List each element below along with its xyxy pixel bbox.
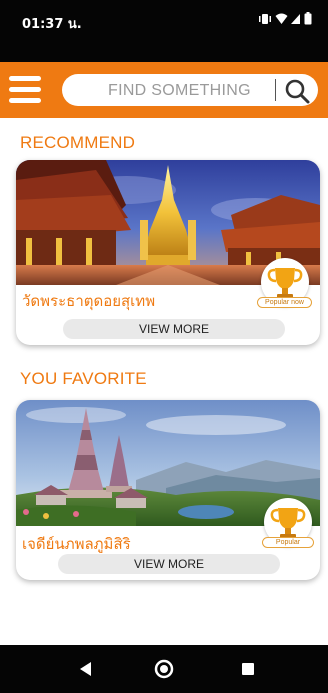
- navigation-bar: [0, 645, 328, 693]
- status-time: 01:37 น.: [22, 17, 82, 32]
- battery-icon: [304, 12, 312, 25]
- search-divider: [275, 79, 276, 101]
- popular-label: Popular: [262, 537, 314, 548]
- view-more-button[interactable]: VIEW MORE: [58, 554, 280, 574]
- wifi-icon: [275, 13, 288, 24]
- signal-icon: [291, 13, 300, 24]
- recents-icon[interactable]: [236, 657, 260, 681]
- place-name: เจดีย์นภพลภูมิสิริ: [22, 535, 131, 553]
- recommend-title: RECOMMEND: [20, 133, 136, 152]
- view-more-button[interactable]: VIEW MORE: [63, 319, 285, 339]
- favorite-card[interactable]: เจดีย์นภพลภูมิสิริ VIEW MORE Popular: [16, 400, 320, 580]
- app-header: FIND SOMETHING: [0, 62, 328, 118]
- search-input[interactable]: FIND SOMETHING: [62, 74, 318, 106]
- status-bar: 01:37 น.: [0, 0, 328, 62]
- vibrate-icon: [259, 13, 271, 24]
- status-icons: [258, 12, 312, 25]
- popular-now-label: Popular now: [257, 297, 312, 308]
- hamburger-menu-icon[interactable]: [9, 76, 41, 104]
- back-icon[interactable]: [74, 657, 98, 681]
- home-icon[interactable]: [152, 657, 176, 681]
- search-icon[interactable]: [283, 77, 311, 105]
- recommend-card[interactable]: วัดพระธาตุดอยสุเทพ VIEW MORE Popular now: [16, 160, 320, 345]
- place-name: วัดพระธาตุดอยสุเทพ: [22, 292, 156, 310]
- favorite-title: YOU FAVORITE: [20, 369, 147, 388]
- search-placeholder: FIND SOMETHING: [108, 82, 251, 99]
